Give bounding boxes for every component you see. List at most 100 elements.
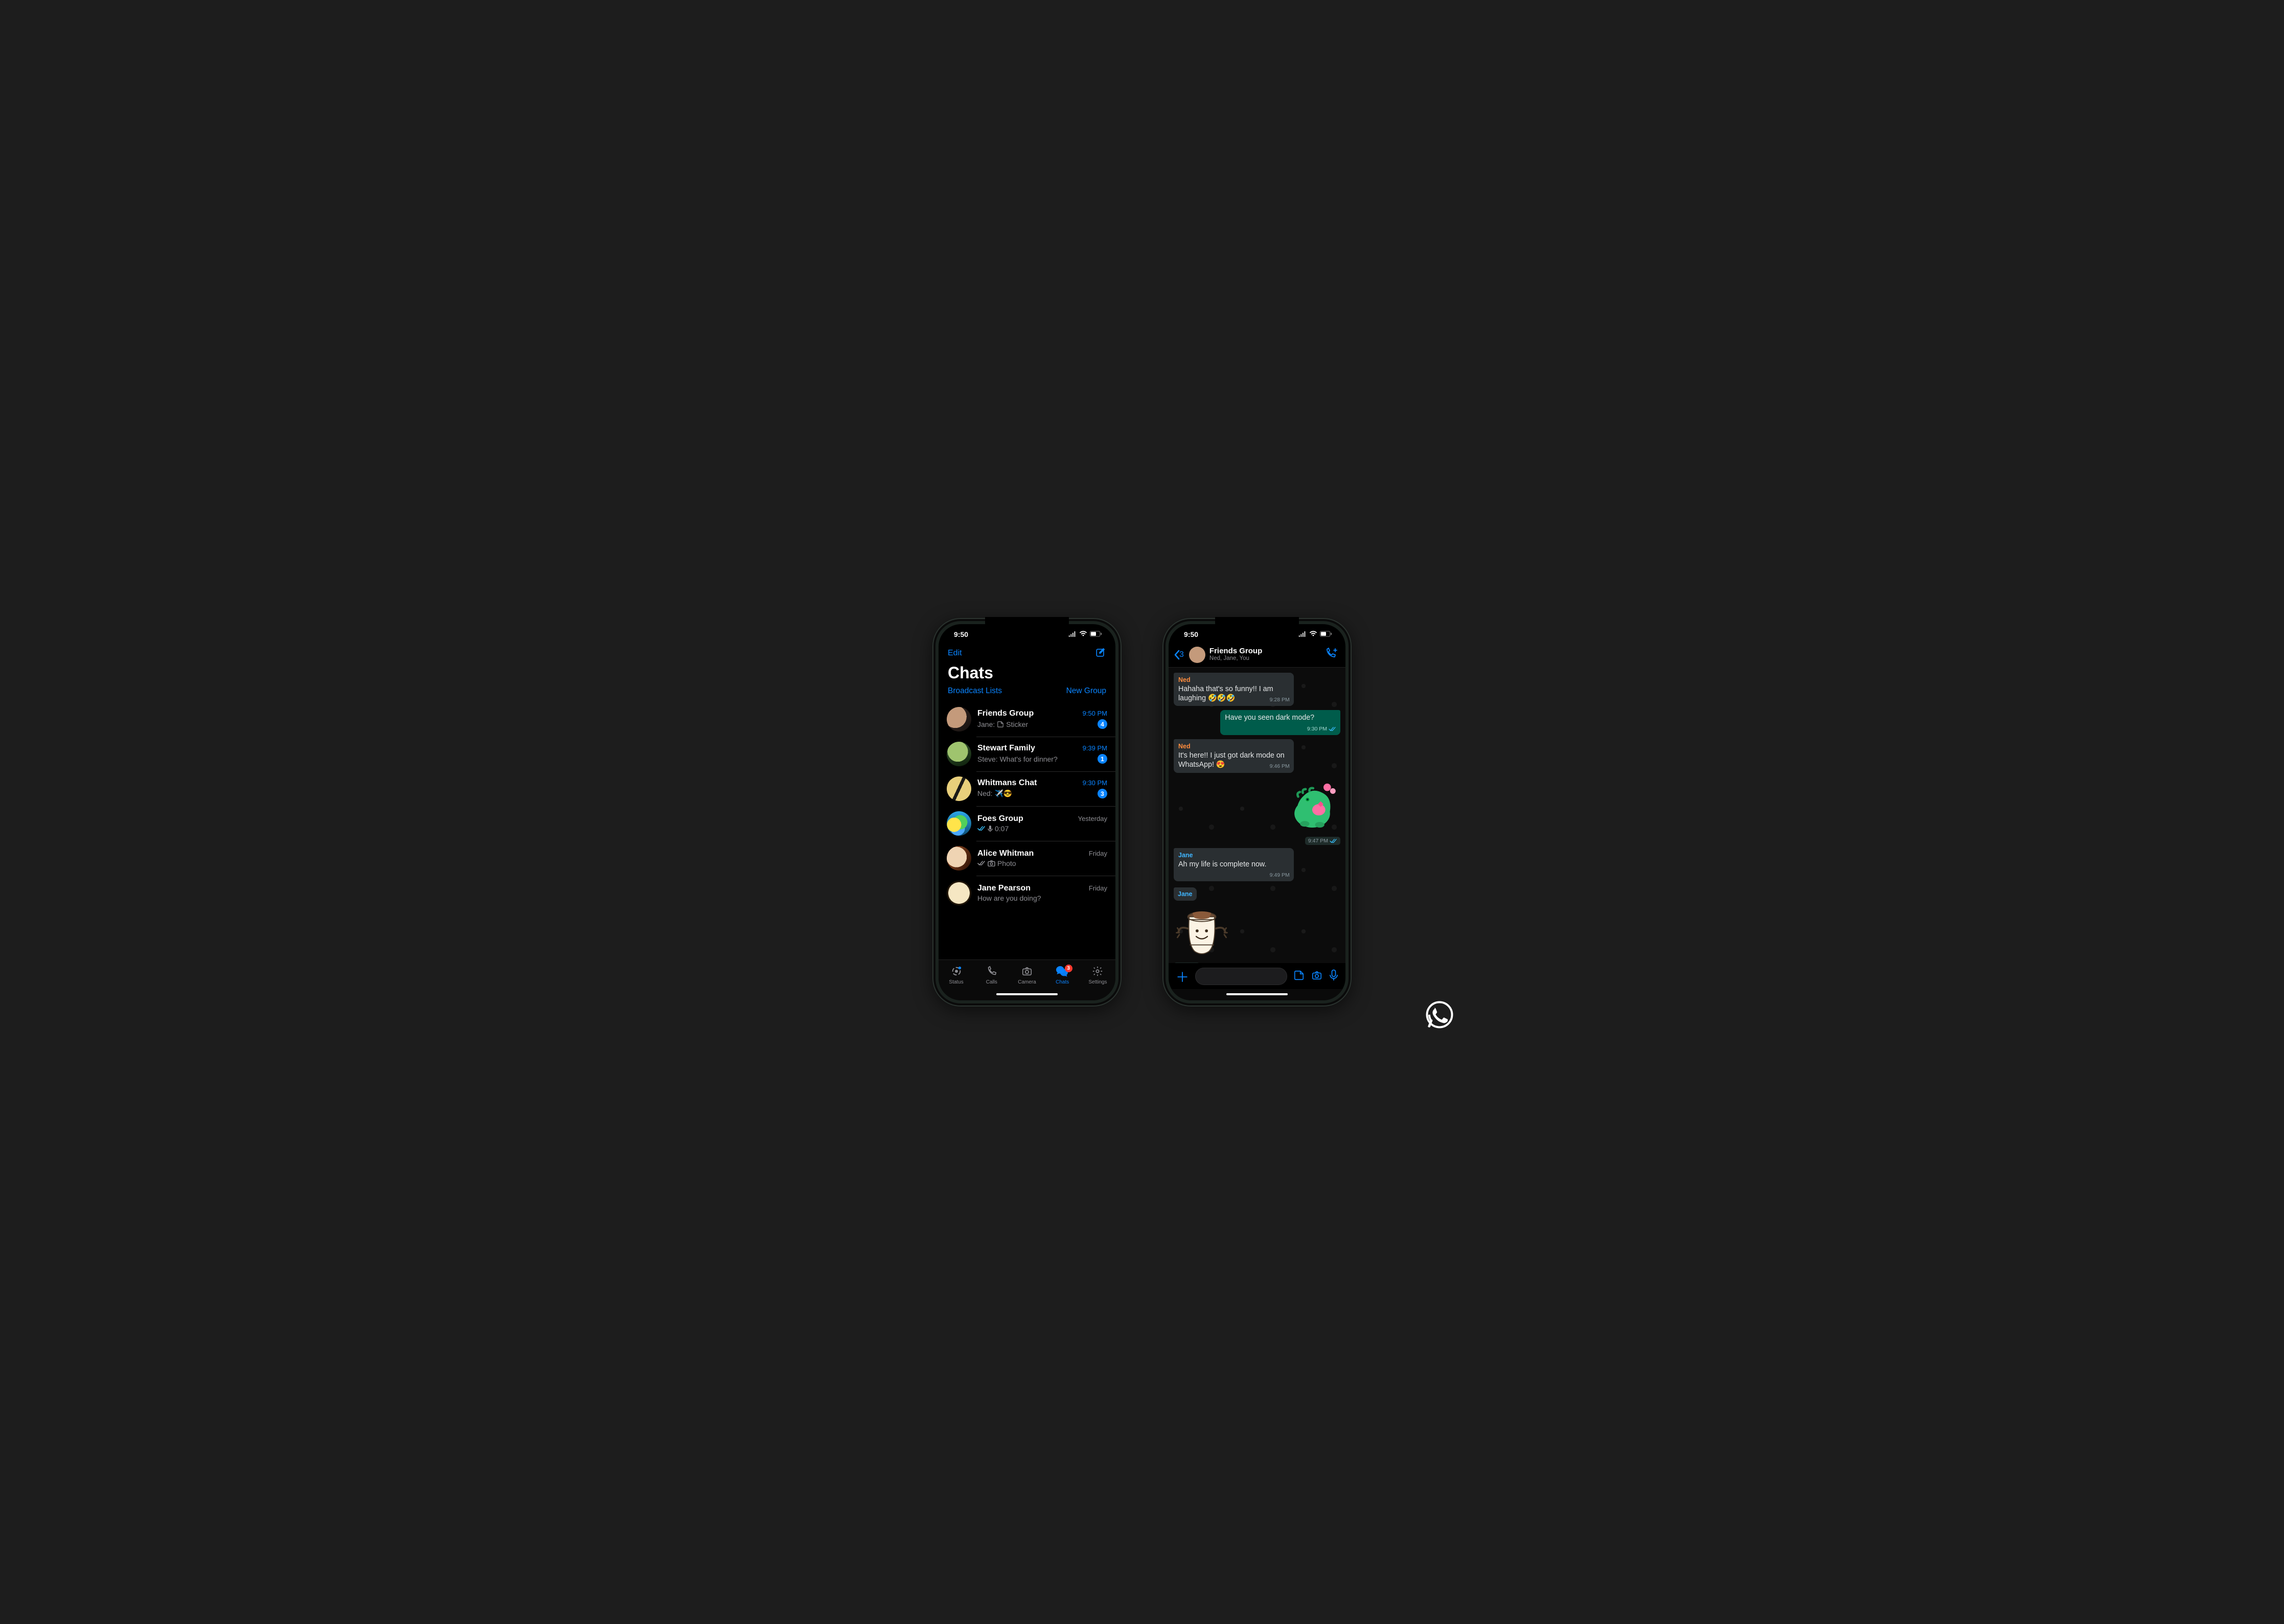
wifi-icon: [1309, 630, 1317, 638]
home-indicator: [939, 989, 1115, 1000]
broadcast-lists-link[interactable]: Broadcast Lists: [948, 687, 1002, 696]
dino-sticker-icon: [1284, 777, 1340, 833]
tab-label: Chats: [1056, 979, 1069, 985]
edit-button[interactable]: Edit: [948, 649, 962, 658]
chat-name: Foes Group: [977, 814, 1023, 824]
avatar: [947, 846, 971, 871]
message-in[interactable]: NedHahaha that's so funny!! I am laughin…: [1174, 673, 1294, 706]
chat-preview: Steve: What's for dinner?: [977, 755, 1058, 763]
whatsapp-logo-icon: [1425, 1000, 1454, 1029]
avatar: [947, 811, 971, 836]
chat-preview: Ned: ✈️😎: [977, 789, 1012, 798]
new-group-link[interactable]: New Group: [1066, 687, 1106, 696]
unread-badge: 4: [1098, 719, 1107, 729]
chat-time: 9:30 PM: [1083, 779, 1107, 787]
chat-time: 9:50 PM: [1083, 710, 1107, 717]
sticker-message[interactable]: Jane9:50 PM: [1174, 885, 1240, 963]
conversation-header: 3 Friends Group Ned, Jane, You: [1169, 645, 1345, 668]
tab-unread-badge: 3: [1065, 965, 1072, 972]
chat-name: Whitmans Chat: [977, 779, 1037, 788]
attach-button[interactable]: ＋: [1176, 967, 1189, 986]
sticker-message[interactable]: 9:47 PM: [1274, 777, 1340, 845]
message-text: Hahaha that's so funny!! I am laughing 🤣…: [1178, 685, 1273, 702]
chat-time: 9:39 PM: [1083, 744, 1107, 752]
tab-label: Status: [949, 979, 963, 985]
chat-preview: How are you doing?: [977, 894, 1041, 902]
camera-button[interactable]: [1311, 970, 1323, 983]
tab-settings[interactable]: Settings: [1080, 966, 1115, 985]
chat-row[interactable]: Foes GroupYesterday 0:07: [939, 806, 1115, 841]
avatar: [947, 776, 971, 801]
group-members: Ned, Jane, You: [1209, 655, 1321, 662]
avatar: [947, 742, 971, 766]
chat-name: Alice Whitman: [977, 849, 1034, 858]
message-sender: Ned: [1178, 742, 1290, 750]
chat-row[interactable]: Stewart Family 9:39 PM Steve: What's for d…: [939, 737, 1115, 771]
back-button[interactable]: 3: [1174, 650, 1184, 660]
group-title: Friends Group: [1209, 647, 1321, 656]
phone-icon: [986, 966, 998, 978]
message-sender: Ned: [1178, 676, 1290, 684]
chat-preview: Jane: Sticker: [977, 720, 1028, 728]
input-bar: ＋: [1169, 963, 1345, 989]
tab-bar: Status Calls Camera 3 Chats Settings: [939, 959, 1115, 989]
unread-badge: 1: [1098, 754, 1107, 764]
phone-chats: 9:50 Edit Chats B: [932, 618, 1122, 1007]
battery-icon: [1090, 630, 1102, 638]
back-unread-count: 3: [1179, 650, 1184, 659]
cup-sticker-icon: [1174, 903, 1230, 959]
status-icon: [950, 966, 963, 978]
tab-label: Settings: [1088, 979, 1107, 985]
message-text: Ah my life is complete now.: [1178, 860, 1266, 868]
group-avatar[interactable]: [1189, 647, 1205, 663]
message-time: 9:47 PM: [1305, 837, 1340, 845]
chat-row[interactable]: Alice WhitmanFriday Photo: [939, 841, 1115, 876]
chat-preview: 0:07: [977, 825, 1009, 833]
message-input[interactable]: [1195, 968, 1287, 985]
unread-badge: 3: [1098, 789, 1107, 798]
tab-calls[interactable]: Calls: [974, 966, 1009, 985]
avatar: [947, 881, 971, 905]
tab-chats[interactable]: 3 Chats: [1045, 966, 1080, 985]
message-text: Have you seen dark mode?: [1225, 714, 1314, 722]
battery-icon: [1320, 630, 1332, 638]
home-indicator: [1169, 989, 1345, 1000]
sticker-button[interactable]: [1293, 970, 1305, 983]
message-in[interactable]: JaneAh my life is complete now.9:49 PM: [1174, 848, 1294, 882]
chat-row[interactable]: Whitmans Chat 9:30 PM Ned: ✈️😎 3: [939, 771, 1115, 806]
message-text: It's here!! I just got dark mode on What…: [1178, 751, 1285, 769]
page-title: Chats: [939, 662, 1115, 685]
chat-name: Friends Group: [977, 709, 1034, 718]
compose-button[interactable]: [1095, 647, 1106, 660]
signal-icon: [1298, 630, 1307, 638]
message-in[interactable]: NedIt's here!! I just got dark mode on W…: [1174, 739, 1294, 773]
gear-icon: [1091, 966, 1104, 978]
chat-time: Friday: [1089, 850, 1107, 857]
status-time: 9:50: [954, 630, 968, 638]
notch: [986, 618, 1068, 632]
wifi-icon: [1079, 630, 1087, 638]
chat-name: Jane Pearson: [977, 884, 1031, 893]
phone-conversation: 9:50 3 Friends Group Ned, Jane, You NedH…: [1162, 618, 1352, 1007]
camera-icon: [1021, 966, 1033, 978]
group-title-block[interactable]: Friends Group Ned, Jane, You: [1209, 647, 1321, 662]
chat-row[interactable]: Jane Pearson Friday How are you doing?: [939, 876, 1115, 910]
tab-label: Calls: [986, 979, 997, 985]
signal-icon: [1068, 630, 1077, 638]
conversation-body[interactable]: NedHahaha that's so funny!! I am laughin…: [1169, 668, 1345, 963]
notch: [1216, 618, 1298, 632]
add-call-button[interactable]: [1325, 648, 1338, 661]
chat-name: Stewart Family: [977, 744, 1035, 753]
chat-time: Friday: [1089, 884, 1107, 892]
mic-button[interactable]: [1329, 969, 1338, 984]
message-time: 9:46 PM: [1270, 763, 1290, 770]
tab-camera[interactable]: Camera: [1009, 966, 1044, 985]
chat-row[interactable]: Friends Group 9:50 PM Jane: Sticker 4: [939, 702, 1115, 737]
status-time: 9:50: [1184, 630, 1198, 638]
tab-label: Camera: [1018, 979, 1036, 985]
message-sender: Jane: [1178, 890, 1193, 898]
message-out[interactable]: Have you seen dark mode?9:30 PM: [1220, 710, 1340, 735]
tab-status[interactable]: Status: [939, 966, 974, 985]
avatar: [947, 707, 971, 731]
chat-list: Friends Group 9:50 PM Jane: Sticker 4 Stewar…: [939, 702, 1115, 959]
